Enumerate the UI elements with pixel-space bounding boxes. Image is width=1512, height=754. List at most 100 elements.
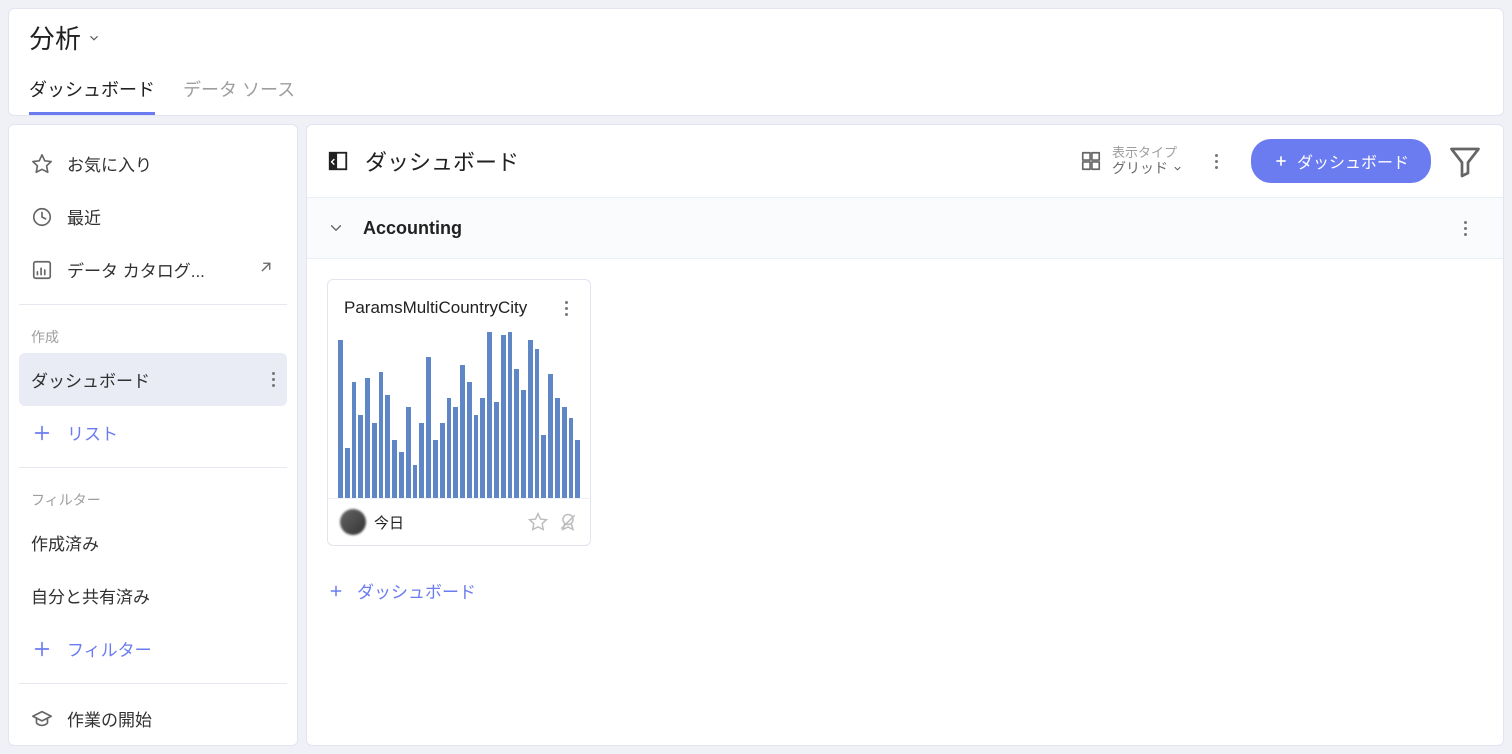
chart-bar bbox=[514, 369, 519, 498]
sidebar-item-label: ダッシュボード bbox=[31, 367, 258, 392]
more-icon bbox=[565, 301, 568, 316]
sidebar-item-label: リスト bbox=[67, 420, 275, 445]
chart-bar bbox=[406, 407, 411, 498]
plus-icon bbox=[31, 638, 53, 660]
chart-bar bbox=[474, 415, 479, 498]
chart-bar bbox=[358, 415, 363, 498]
main-header: ダッシュボード 表示タイプ グリッド ダ bbox=[307, 125, 1503, 197]
chart-bar bbox=[575, 440, 580, 498]
more-icon bbox=[1215, 154, 1218, 169]
section-label-filter: フィルター bbox=[19, 476, 287, 516]
chart-bar bbox=[528, 340, 533, 498]
plus-icon bbox=[1273, 153, 1289, 169]
chart-bar bbox=[501, 335, 506, 498]
grid-icon bbox=[1080, 150, 1102, 172]
external-link-icon bbox=[257, 258, 275, 281]
chevron-down-icon bbox=[1172, 163, 1183, 174]
chart-bar bbox=[480, 398, 485, 498]
chart-bar bbox=[385, 395, 390, 498]
sidebar-item-shared[interactable]: 自分と共有済み bbox=[19, 569, 287, 622]
app-title: 分析 bbox=[29, 19, 81, 56]
add-dashboard-link[interactable]: ダッシュボード bbox=[327, 574, 1483, 607]
avatar bbox=[340, 509, 366, 535]
sidebar-item-add-filter[interactable]: フィルター bbox=[19, 622, 287, 675]
sidebar-item-label: 作成済み bbox=[31, 530, 275, 555]
chart-bar bbox=[460, 365, 465, 498]
sidebar-item-label: 最近 bbox=[67, 204, 275, 229]
chart-bar bbox=[467, 382, 472, 498]
data-catalog-icon bbox=[31, 259, 53, 281]
chart-bar bbox=[453, 407, 458, 498]
more-icon[interactable] bbox=[272, 372, 275, 387]
chart-bar bbox=[535, 349, 540, 498]
graduation-cap-icon bbox=[31, 708, 53, 730]
chart-bar bbox=[379, 372, 384, 498]
chart-bar bbox=[426, 357, 431, 498]
chart-bar bbox=[541, 435, 546, 498]
star-icon bbox=[31, 153, 53, 175]
sidebar-item-label: データ カタログ... bbox=[67, 257, 243, 282]
new-dashboard-button[interactable]: ダッシュボード bbox=[1251, 139, 1431, 183]
chart-bar bbox=[562, 407, 567, 498]
sidebar-item-add-list[interactable]: リスト bbox=[19, 406, 287, 459]
chart-bar bbox=[345, 448, 350, 498]
card-title: ParamsMultiCountryCity bbox=[344, 298, 552, 318]
chart-bar bbox=[365, 378, 370, 498]
clock-icon bbox=[31, 206, 53, 228]
tab-dashboards[interactable]: ダッシュボード bbox=[29, 76, 155, 115]
divider bbox=[19, 467, 287, 468]
add-dashboard-label: ダッシュボード bbox=[357, 578, 476, 603]
tab-datasources[interactable]: データ ソース bbox=[183, 76, 295, 115]
view-type-value: グリッド bbox=[1112, 160, 1168, 177]
sidebar-item-label: お気に入り bbox=[67, 151, 275, 176]
chart-bar bbox=[352, 382, 357, 498]
chevron-down-icon[interactable] bbox=[327, 219, 345, 237]
group-name: Accounting bbox=[363, 218, 1429, 239]
button-label: ダッシュボード bbox=[1297, 149, 1409, 173]
chart-bar bbox=[440, 423, 445, 498]
page-title: ダッシュボード bbox=[365, 145, 1064, 177]
dashboard-card[interactable]: ParamsMultiCountryCity 今日 bbox=[327, 279, 591, 546]
chart-bar bbox=[372, 423, 377, 498]
chart-bar bbox=[399, 452, 404, 498]
chart-bar bbox=[555, 398, 560, 498]
view-type-selector[interactable]: 表示タイプ グリッド bbox=[1080, 145, 1183, 177]
chart-bar bbox=[433, 440, 438, 498]
chart-bar bbox=[521, 390, 526, 498]
chart-bar bbox=[508, 332, 513, 498]
sidebar-item-recent[interactable]: 最近 bbox=[19, 190, 287, 243]
sidebar-item-favorites[interactable]: お気に入り bbox=[19, 137, 287, 190]
plus-icon bbox=[31, 422, 53, 444]
card-more-button[interactable] bbox=[552, 294, 580, 322]
chart-bar bbox=[392, 440, 397, 498]
divider bbox=[19, 683, 287, 684]
chevron-down-icon bbox=[87, 31, 101, 45]
chart-bar bbox=[487, 332, 492, 498]
sidebar-item-label: フィルター bbox=[67, 636, 275, 661]
chart-bar bbox=[569, 418, 574, 498]
sidebar-item-created[interactable]: 作成済み bbox=[19, 516, 287, 569]
app-header: 分析 ダッシュボード データ ソース bbox=[8, 8, 1504, 116]
chart-bar bbox=[494, 402, 499, 498]
main-panel: ダッシュボード 表示タイプ グリッド ダ bbox=[306, 124, 1504, 746]
sidebar-item-label: 作業の開始 bbox=[67, 706, 275, 731]
dashboard-icon bbox=[327, 150, 349, 172]
card-chart bbox=[328, 328, 590, 498]
chart-bar bbox=[447, 398, 452, 498]
chart-bar bbox=[413, 465, 418, 498]
sidebar-item-getting-started[interactable]: 作業の開始 bbox=[19, 692, 287, 745]
filter-button[interactable] bbox=[1447, 143, 1483, 179]
star-icon[interactable] bbox=[528, 512, 548, 532]
header-tabs: ダッシュボード データ ソース bbox=[29, 76, 1483, 115]
filter-icon bbox=[1447, 143, 1483, 179]
divider bbox=[19, 304, 287, 305]
sidebar: お気に入り 最近 データ カタログ... 作成 ダッシュボード bbox=[8, 124, 298, 746]
chart-bar bbox=[548, 374, 553, 499]
sidebar-item-dashboards[interactable]: ダッシュボード bbox=[19, 353, 287, 406]
group-more-button[interactable] bbox=[1447, 210, 1483, 246]
more-options-button[interactable] bbox=[1199, 143, 1235, 179]
app-title-dropdown[interactable]: 分析 bbox=[29, 19, 1483, 56]
badge-icon[interactable] bbox=[558, 512, 578, 532]
sidebar-item-data-catalog[interactable]: データ カタログ... bbox=[19, 243, 287, 296]
section-label-create: 作成 bbox=[19, 313, 287, 353]
